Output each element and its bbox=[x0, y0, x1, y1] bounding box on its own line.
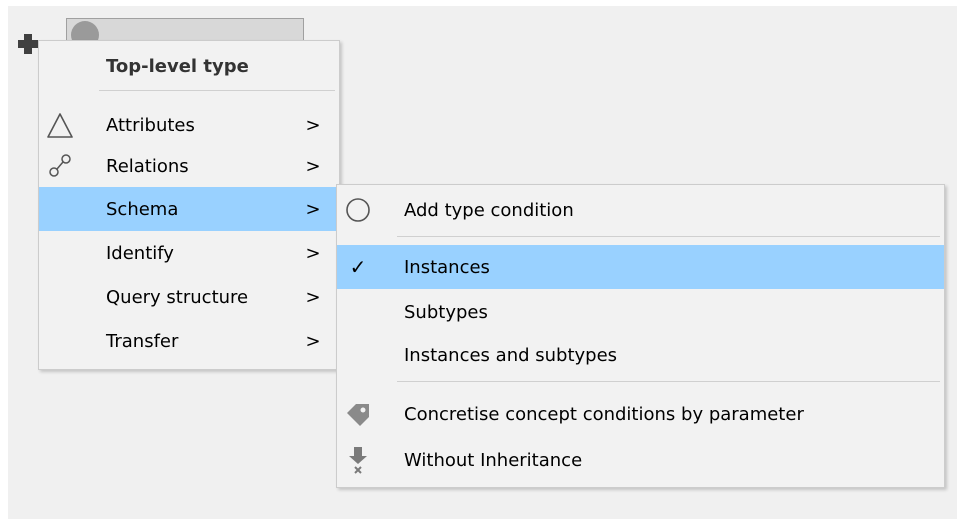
schema-submenu: Add type condition ✓ Instances Subtypes … bbox=[336, 184, 945, 488]
submenu-item-concretise[interactable]: Concretise concept conditions by paramet… bbox=[337, 392, 944, 436]
checkmark-icon: ✓ bbox=[349, 255, 367, 279]
menu-item-label: Relations bbox=[106, 155, 189, 177]
menu-item-transfer[interactable]: Transfer > bbox=[39, 319, 339, 363]
menu-item-label: Query structure bbox=[106, 286, 249, 308]
context-menu: Top-level type Attributes > Relations > … bbox=[38, 40, 340, 370]
circle-icon bbox=[343, 195, 373, 225]
menu-separator bbox=[99, 90, 335, 91]
tag-icon bbox=[343, 399, 373, 429]
submenu-item-label: Add type condition bbox=[404, 199, 574, 221]
submenu-arrow-icon: > bbox=[305, 114, 321, 136]
submenu-item-label: Without Inheritance bbox=[404, 449, 583, 471]
menu-item-schema[interactable]: Schema > bbox=[39, 187, 339, 231]
submenu-item-instances-and-subtypes[interactable]: Instances and subtypes bbox=[337, 333, 944, 377]
menu-item-identify[interactable]: Identify > bbox=[39, 231, 339, 275]
inheritance-off-icon bbox=[343, 445, 373, 475]
menu-item-label: Attributes bbox=[106, 114, 195, 136]
submenu-arrow-icon: > bbox=[305, 242, 321, 264]
submenu-arrow-icon: > bbox=[305, 155, 321, 177]
menu-item-label: Identify bbox=[106, 242, 174, 264]
submenu-item-label: Instances and subtypes bbox=[404, 344, 618, 366]
triangle-icon bbox=[45, 111, 75, 141]
submenu-arrow-icon: > bbox=[305, 330, 321, 352]
menu-item-label: Transfer bbox=[106, 330, 179, 352]
submenu-item-label: Instances bbox=[404, 256, 490, 278]
menu-header: Top-level type bbox=[39, 44, 339, 88]
submenu-item-label: Subtypes bbox=[404, 301, 488, 323]
menu-item-attributes[interactable]: Attributes > bbox=[39, 103, 339, 147]
relation-link-icon bbox=[45, 150, 75, 180]
submenu-item-subtypes[interactable]: Subtypes bbox=[337, 290, 944, 334]
menu-separator bbox=[397, 236, 940, 237]
submenu-item-instances[interactable]: ✓ Instances bbox=[337, 245, 944, 289]
submenu-arrow-icon: > bbox=[305, 286, 321, 308]
menu-item-label: Schema bbox=[106, 198, 179, 220]
menu-item-query-structure[interactable]: Query structure > bbox=[39, 275, 339, 319]
menu-item-relations[interactable]: Relations > bbox=[39, 144, 339, 188]
submenu-arrow-icon: > bbox=[305, 198, 321, 220]
submenu-item-label: Concretise concept conditions by paramet… bbox=[404, 403, 804, 425]
submenu-item-without-inheritance[interactable]: Without Inheritance bbox=[337, 438, 944, 482]
menu-separator bbox=[397, 381, 940, 382]
submenu-item-add-type-condition[interactable]: Add type condition bbox=[337, 188, 944, 232]
menu-header-label: Top-level type bbox=[106, 55, 249, 77]
